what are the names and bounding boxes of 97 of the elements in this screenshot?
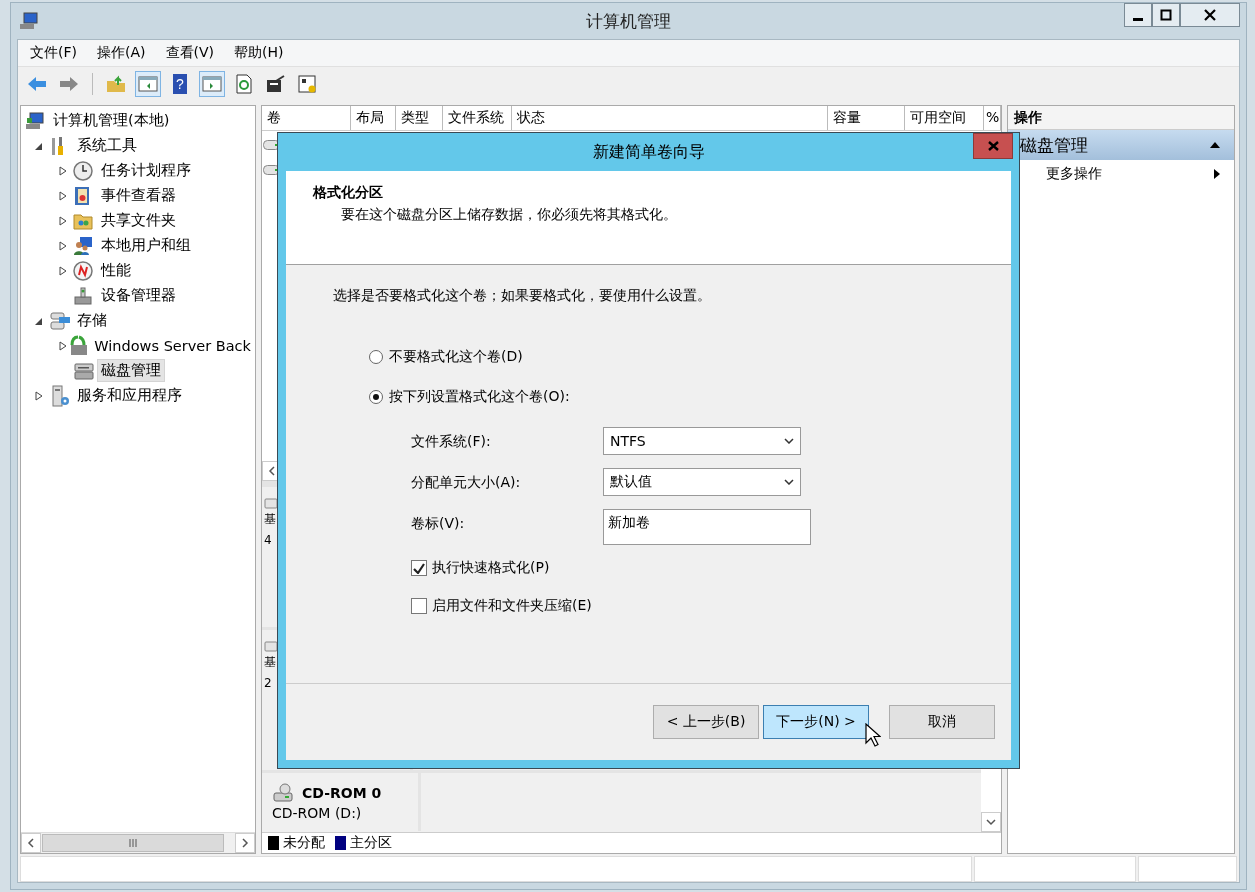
actions-header: 操作	[1008, 106, 1234, 130]
instruction-text: 选择是否要格式化这个卷；如果要格式化，要使用什么设置。	[333, 287, 712, 305]
wizard-button[interactable]: 取消	[889, 705, 995, 739]
radio-label[interactable]: 按下列设置格式化这个卷(O):	[389, 388, 570, 406]
wizard-heading: 格式化分区	[313, 184, 384, 202]
checkbox-label[interactable]: 执行快速格式化(P)	[432, 559, 550, 577]
tree-item[interactable]: 任务计划程序	[97, 159, 195, 182]
panel-icon[interactable]	[135, 71, 161, 97]
chevron-right-icon	[241, 838, 249, 848]
submenu-arrow-icon	[1214, 169, 1220, 179]
collapse-arrow-icon[interactable]	[35, 316, 43, 325]
scroll-thumb[interactable]	[42, 834, 224, 852]
storage-icon	[49, 310, 71, 331]
menu-item[interactable]: 查看(V)	[165, 44, 214, 62]
clock-icon	[73, 160, 93, 181]
menu-item[interactable]: 操作(A)	[97, 44, 146, 62]
field-label: 分配单元大小(A):	[411, 473, 522, 492]
tree-item[interactable]: 事件查看器	[97, 184, 180, 207]
window-title: 计算机管理	[586, 9, 671, 33]
column-header[interactable]: 可用空间	[905, 106, 984, 130]
legend-label: 未分配	[283, 834, 325, 852]
expand-arrow-icon[interactable]	[59, 165, 67, 176]
computer-icon	[19, 12, 39, 30]
checkbox[interactable]	[411, 560, 427, 576]
scroll-right-button[interactable]	[235, 833, 255, 853]
cd-drive-icon	[272, 783, 294, 803]
disk-info: 4	[264, 532, 272, 549]
maximize-icon	[1160, 9, 1172, 21]
expand-arrow-icon[interactable]	[59, 215, 67, 226]
expand-arrow-icon[interactable]	[59, 240, 67, 251]
menu-item[interactable]: 帮助(H)	[234, 44, 284, 62]
gauge-icon	[73, 260, 93, 281]
checkbox-label[interactable]: 启用文件和文件夹压缩(E)	[432, 597, 592, 615]
maximize-button[interactable]	[1152, 3, 1180, 27]
panel-icon[interactable]	[199, 71, 225, 97]
disk-info: 基	[264, 511, 276, 528]
column-header[interactable]: 容量	[828, 106, 905, 130]
tree-item[interactable]: 设备管理器	[97, 284, 180, 307]
mouse-pointer-icon	[865, 723, 881, 747]
expand-arrow-icon[interactable]	[59, 265, 67, 276]
column-header[interactable]: 文件系统	[443, 106, 512, 130]
expand-arrow-icon[interactable]	[59, 340, 67, 351]
action-item[interactable]: 更多操作	[1046, 165, 1102, 183]
wizard-button[interactable]: < 上一步(B)	[653, 705, 759, 739]
disk-name: CD-ROM 0	[302, 785, 382, 801]
radio-button[interactable]	[369, 350, 383, 364]
computer-icon	[25, 111, 45, 130]
input-field[interactable]: 新加卷	[603, 509, 811, 545]
column-header[interactable]: 类型	[396, 106, 443, 130]
disk-info: 2	[264, 675, 272, 692]
tree-item[interactable]: 服务和应用程序	[73, 384, 186, 407]
close-icon	[987, 141, 999, 151]
folder-icon	[73, 211, 93, 230]
close-button[interactable]	[1180, 3, 1240, 27]
legend-label: 主分区	[350, 834, 392, 852]
tree-item[interactable]: 系统工具	[73, 134, 141, 157]
tree-item[interactable]: 性能	[97, 259, 135, 282]
field-label: 文件系统(F):	[411, 432, 492, 451]
column-header[interactable]: %	[984, 106, 1001, 130]
wizard-button[interactable]: 下一步(N) >	[763, 705, 869, 739]
collapse-arrow-icon[interactable]	[35, 141, 43, 150]
close-icon	[1204, 9, 1216, 21]
tree-item[interactable]: 存储	[73, 309, 111, 332]
tree-item[interactable]: 共享文件夹	[97, 209, 180, 232]
menu-item[interactable]: 文件(F)	[30, 44, 77, 62]
expand-arrow-icon[interactable]	[35, 390, 43, 401]
dialog-title: 新建简单卷向导	[592, 141, 705, 163]
scroll-down-button[interactable]	[981, 812, 1001, 832]
radio-button[interactable]	[369, 390, 383, 404]
tree-item[interactable]: 磁盘管理	[97, 359, 165, 382]
users-icon	[73, 235, 93, 256]
chevron-down-icon	[986, 818, 996, 826]
radio-label[interactable]: 不要格式化这个卷(D)	[389, 348, 523, 366]
wizard-subheading: 要在这个磁盘分区上储存数据，你必须先将其格式化。	[340, 206, 678, 224]
checkbox[interactable]	[411, 598, 427, 614]
server-gear-icon	[49, 384, 71, 407]
column-header[interactable]: 布局	[351, 106, 396, 130]
action-group-header[interactable]: 磁盘管理	[1008, 130, 1234, 160]
collapse-arrow-icon[interactable]	[1210, 141, 1220, 149]
tree-item[interactable]: 本地用户和组	[97, 234, 195, 257]
device-icon	[73, 285, 93, 306]
minimize-button[interactable]	[1124, 3, 1152, 27]
disk-drive-icon	[73, 360, 95, 381]
column-header[interactable]: 状态	[512, 106, 828, 130]
chevron-left-icon	[27, 838, 35, 848]
column-header[interactable]: 卷	[262, 106, 351, 130]
tree-item[interactable]: 计算机管理(本地)	[49, 109, 174, 132]
dropdown[interactable]: 默认值	[603, 468, 801, 496]
field-label: 卷标(V):	[411, 514, 466, 533]
chevron-left-icon	[268, 466, 276, 476]
expand-arrow-icon[interactable]	[59, 190, 67, 201]
dropdown[interactable]: NTFS	[603, 427, 801, 455]
disk-info: 基	[264, 654, 276, 671]
tree-item[interactable]: Windows Server Back	[90, 335, 255, 356]
disk-info: CD-ROM (D:)	[272, 804, 362, 823]
minimize-icon	[1133, 17, 1143, 21]
log-book-icon	[73, 185, 91, 206]
